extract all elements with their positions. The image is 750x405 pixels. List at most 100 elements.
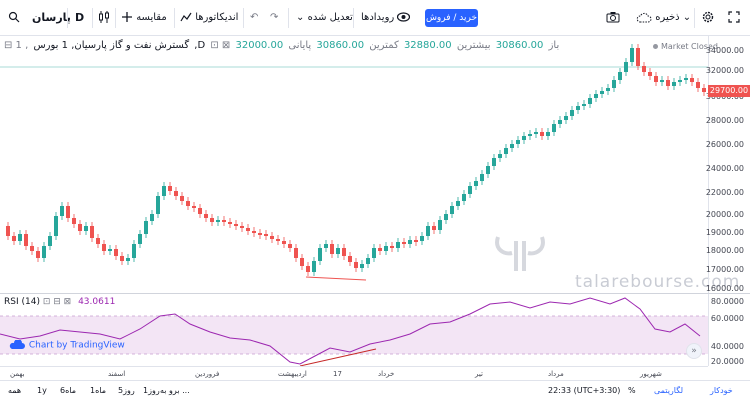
candle-body xyxy=(150,214,154,221)
log-toggle[interactable]: لگاریتمی xyxy=(654,386,683,395)
candle-body xyxy=(288,244,292,248)
candle-body xyxy=(282,241,286,244)
candle-body xyxy=(318,248,322,261)
legend-icons[interactable]: ⊡ ⊠ xyxy=(210,40,230,51)
candle-body xyxy=(174,191,178,196)
candle-body xyxy=(612,80,616,88)
top-toolbar: پارسان D مقایسه اندیکاتورها ↶ ↷ ⌄ تعدیل … xyxy=(0,0,750,36)
range-1d[interactable]: 1روز xyxy=(143,386,160,395)
candle-body xyxy=(630,48,634,62)
legend-title: گسترش نفت و گاز پارسیان, 1 xyxy=(61,40,190,51)
watermark-logo xyxy=(490,235,550,278)
candle-body xyxy=(30,246,34,251)
candle-body xyxy=(666,80,670,86)
range-1m[interactable]: 1ماه xyxy=(90,386,106,395)
time-display[interactable]: 22:33 (UTC+3:30) xyxy=(548,386,620,395)
range-all[interactable]: همه xyxy=(8,386,21,395)
percent-toggle[interactable]: % xyxy=(628,386,636,395)
time-axis[interactable]: بهمن اسفند فروردین اردیبهشت 17 خرداد تیر مرداد ش… xyxy=(0,366,708,380)
candle-body xyxy=(240,226,244,228)
candle-body xyxy=(672,82,676,86)
tradingview-badge[interactable]: Chart by TradingView xyxy=(8,339,125,351)
high-label: بیشترین xyxy=(456,40,491,51)
chevron-down-icon: ⌄ xyxy=(682,12,692,23)
auto-toggle[interactable]: خودکار xyxy=(710,386,733,395)
candle-body xyxy=(42,246,46,258)
rsi-value: 43.0611 xyxy=(78,297,116,307)
chart-legend: ⊟ 1 , گسترش نفت و گاز پارسیان, 1 بورس ,D… xyxy=(4,40,561,51)
candle-body xyxy=(330,244,334,254)
price-tick-label: 17000.00 xyxy=(705,265,744,274)
trendline xyxy=(305,276,367,281)
candle-body xyxy=(258,233,262,235)
rsi-legend-icons[interactable]: ⊡ ⊟ ⊠ xyxy=(43,297,71,307)
trade-button[interactable]: خرید / فروش xyxy=(425,9,478,27)
compare-label: مقایسه xyxy=(136,12,167,23)
candle-body xyxy=(402,242,406,244)
candle-body xyxy=(102,244,106,251)
candle-body xyxy=(684,78,688,80)
high-value: 32880.00 xyxy=(403,40,452,51)
low-label: کمترین xyxy=(369,40,399,51)
candles-icon[interactable] xyxy=(98,8,110,28)
price-tick-label: 20000.00 xyxy=(705,210,744,219)
events-label: رویدادها xyxy=(361,12,395,23)
candle-body xyxy=(480,174,484,181)
candle-body xyxy=(132,244,136,258)
time-tick-label: شهریور xyxy=(640,370,662,378)
redo-icon[interactable]: ↷ xyxy=(270,8,278,28)
candle-body xyxy=(396,242,400,248)
rsi-axis[interactable]: 80.0000 60.0000 40.0000 20.0000 xyxy=(708,294,750,366)
save-button[interactable]: ذخیره ⌄ xyxy=(636,8,691,28)
candle-body xyxy=(456,201,460,206)
range-5d[interactable]: 5روز xyxy=(118,386,135,395)
candle-body xyxy=(570,110,574,116)
candle-body xyxy=(24,234,28,246)
cloud-icon xyxy=(636,12,652,22)
undo-icon[interactable]: ↶ xyxy=(250,8,258,28)
camera-icon[interactable] xyxy=(606,8,620,28)
candle-body xyxy=(276,239,280,241)
candle-body xyxy=(468,186,472,194)
price-tick-label: 34000.00 xyxy=(705,46,744,55)
candle-body xyxy=(648,72,652,76)
price-chart[interactable] xyxy=(0,36,708,293)
indicators-button[interactable]: اندیکاتورها xyxy=(180,8,238,28)
candle-body xyxy=(228,222,232,224)
time-tick-label: مرداد xyxy=(548,370,564,378)
candle-body xyxy=(498,154,502,158)
compare-button[interactable]: مقایسه xyxy=(121,8,167,28)
candle-body xyxy=(558,120,562,124)
open-value: 30860.00 xyxy=(495,40,544,51)
candle-body xyxy=(144,221,148,234)
candle-body xyxy=(18,234,22,241)
gear-icon[interactable] xyxy=(701,8,715,28)
fullscreen-icon[interactable] xyxy=(728,8,740,28)
candle-body xyxy=(114,249,118,256)
symbol-search[interactable]: پارسان xyxy=(32,8,71,28)
scroll-to-end-button[interactable]: » xyxy=(686,343,702,359)
chevron-down-icon: ⌄ xyxy=(296,12,305,23)
range-6m[interactable]: 6ماه xyxy=(60,386,76,395)
candle-body xyxy=(360,264,364,268)
template-dropdown[interactable]: ⌄ تعدیل شده xyxy=(296,8,353,28)
candle-body xyxy=(450,206,454,214)
range-1y[interactable]: 1y xyxy=(37,386,47,395)
candle-body xyxy=(72,218,76,224)
candle-body xyxy=(534,132,538,134)
events-button[interactable]: رویدادها xyxy=(361,8,411,28)
price-tick-label: 16000.00 xyxy=(705,284,744,293)
candle-body xyxy=(270,236,274,239)
price-tick-label: 24000.00 xyxy=(705,164,744,173)
search-icon[interactable] xyxy=(8,8,20,28)
candle-body xyxy=(522,136,526,140)
candle-body xyxy=(198,208,202,214)
price-axis[interactable]: 34000.0032000.0030000.0028000.0026000.00… xyxy=(705,36,750,293)
candle-body xyxy=(426,226,430,236)
eye-icon xyxy=(397,12,411,22)
legend-controls[interactable]: ⊟ 1 , xyxy=(4,40,28,51)
candle-body xyxy=(120,256,124,261)
goto-date-button[interactable]: برو به ... xyxy=(160,386,190,395)
candle-body xyxy=(516,140,520,144)
interval-button[interactable]: D xyxy=(75,8,84,28)
